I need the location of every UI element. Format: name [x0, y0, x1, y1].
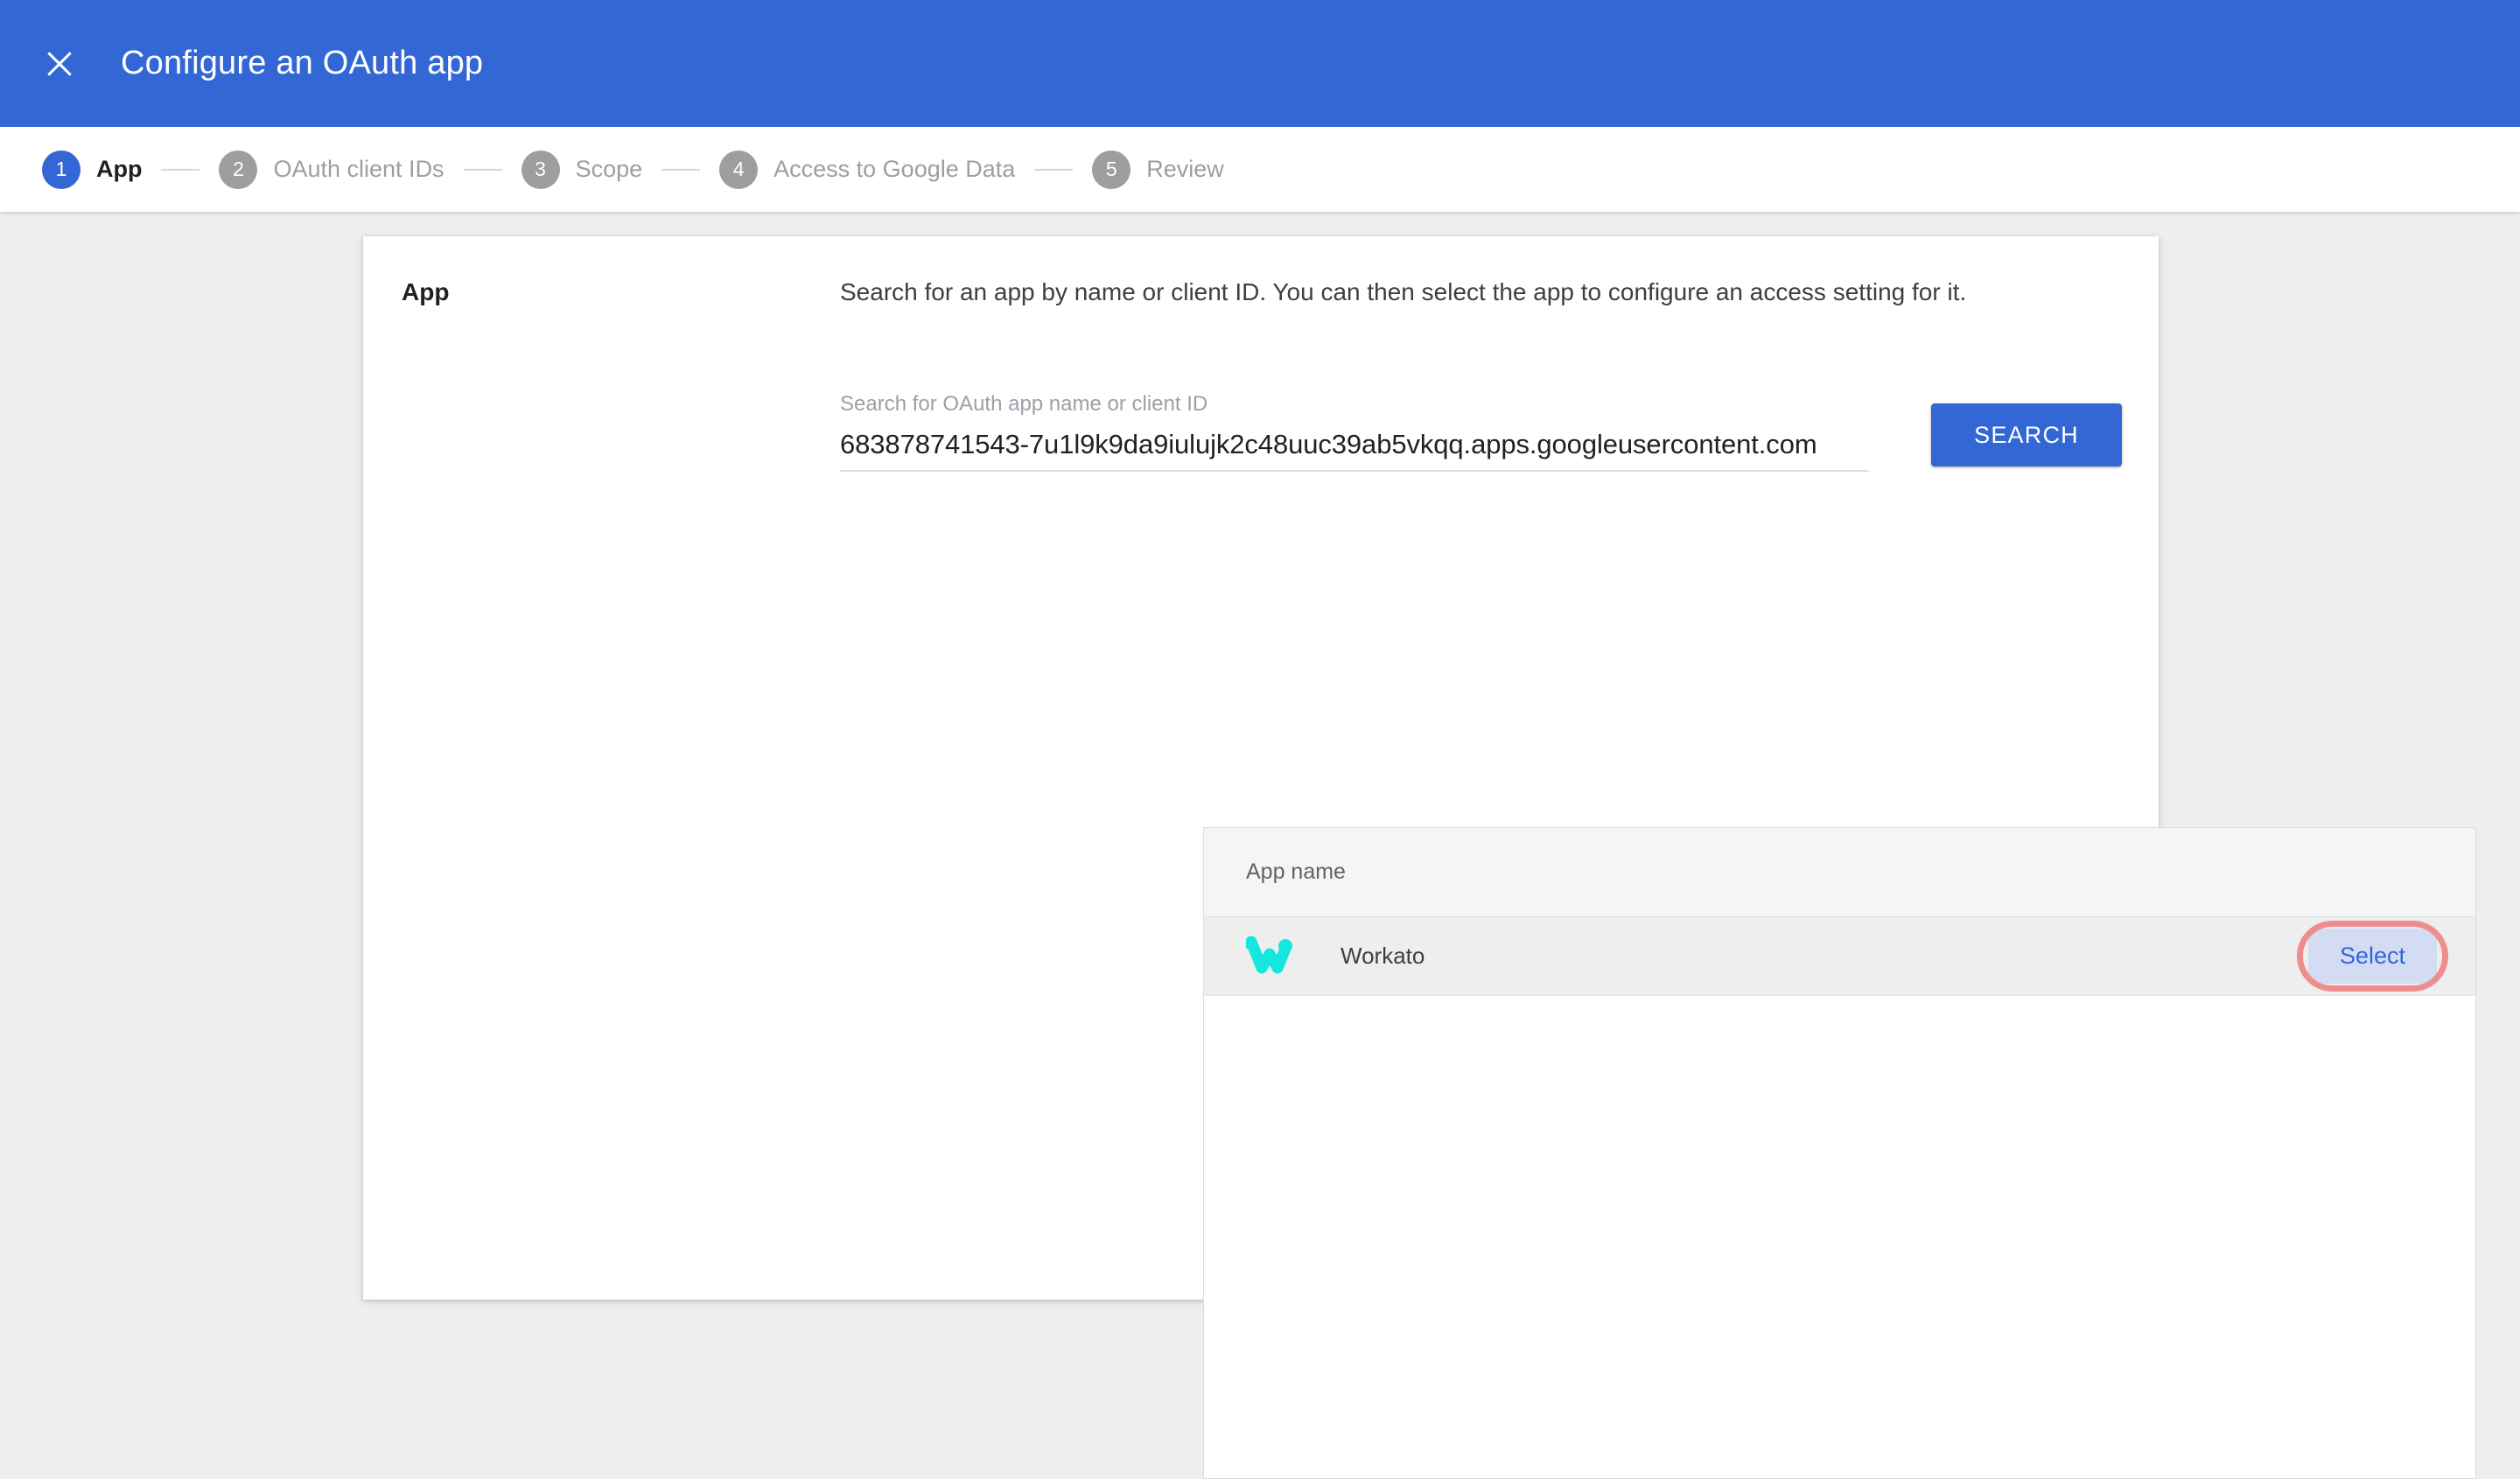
step-number-badge: 1	[42, 150, 80, 189]
step-oauth-client-ids[interactable]: 2 OAuth client IDs	[219, 150, 444, 189]
column-header-app-name: App name	[1246, 859, 1346, 884]
step-label: App	[96, 156, 143, 182]
select-button[interactable]: Select	[2307, 929, 2437, 984]
workato-logo-icon	[1246, 936, 1293, 977]
step-number-badge: 5	[1092, 150, 1131, 189]
step-scope[interactable]: 3 Scope	[521, 150, 643, 189]
step-connector	[1034, 168, 1074, 171]
app-name-cell: Workato	[1340, 943, 1425, 969]
search-field: Search for OAuth app name or client ID	[840, 392, 1868, 472]
page-title: Configure an OAuth app	[121, 45, 484, 81]
step-number-badge: 3	[521, 150, 560, 189]
table-header-row: App name	[1204, 828, 2475, 917]
results-table: App name Workato Select	[1203, 827, 2476, 1479]
close-button[interactable]	[35, 39, 84, 88]
app-bar: Configure an OAuth app	[0, 0, 2520, 127]
step-label: Review	[1146, 156, 1224, 182]
search-button[interactable]: SEARCH	[1931, 403, 2122, 466]
step-label: OAuth client IDs	[273, 156, 444, 182]
step-connector	[463, 168, 502, 171]
step-connector	[161, 168, 200, 171]
step-number-badge: 2	[219, 150, 258, 189]
search-row: Search for OAuth app name or client ID S…	[840, 392, 2122, 472]
step-number-badge: 4	[719, 150, 759, 189]
section-description: Search for an app by name or client ID. …	[840, 278, 1967, 305]
step-label: Scope	[575, 156, 643, 182]
close-icon	[42, 46, 77, 81]
stepper: 1 App 2 OAuth client IDs 3 Scope 4 Acces…	[0, 127, 2520, 212]
search-input[interactable]	[840, 429, 1868, 472]
search-field-label: Search for OAuth app name or client ID	[840, 392, 1208, 416]
section-title: App	[402, 278, 450, 305]
select-action-wrap: Select	[2296, 921, 2448, 992]
table-row[interactable]: Workato Select	[1204, 917, 2475, 996]
step-connector	[662, 168, 701, 171]
step-access-to-google-data[interactable]: 4 Access to Google Data	[719, 150, 1016, 189]
step-review[interactable]: 5 Review	[1092, 150, 1224, 189]
step-label: Access to Google Data	[774, 156, 1016, 182]
step-app[interactable]: 1 App	[42, 150, 143, 189]
configure-app-card: App Search for an app by name or client …	[363, 236, 2476, 1479]
